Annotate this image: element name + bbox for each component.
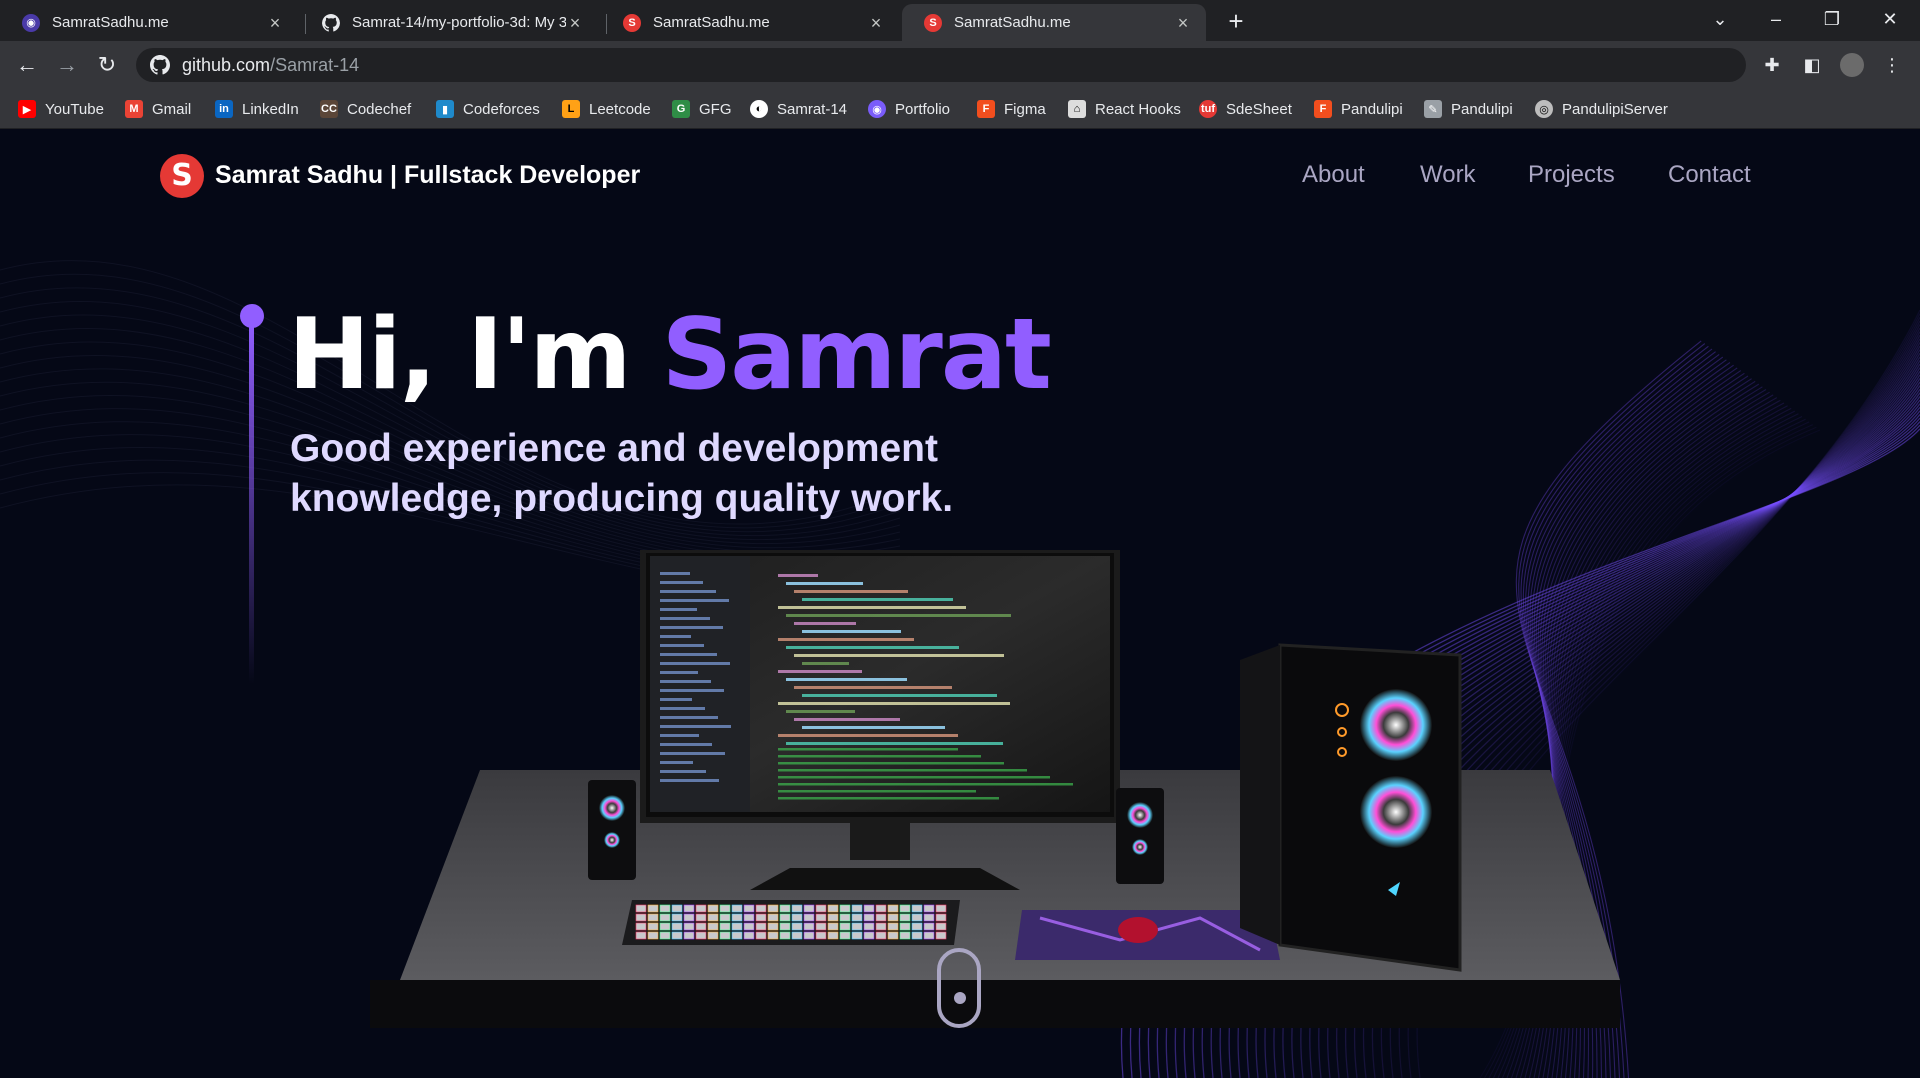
monitor-stand-base <box>750 868 1020 890</box>
gmail-icon: M <box>125 100 143 118</box>
globe-icon: ◎ <box>1535 100 1553 118</box>
linkedin-icon: in <box>215 100 233 118</box>
hero-subtitle-line-1: Good experience and development <box>290 427 938 470</box>
github-icon <box>150 55 170 75</box>
bookmark-gfg[interactable]: G GFG <box>672 97 732 121</box>
bookmark-react-hooks[interactable]: ⌂ React Hooks <box>1068 97 1181 121</box>
bookmark-youtube[interactable]: ▶ YouTube <box>18 97 104 121</box>
codechef-icon: CC <box>320 100 338 118</box>
editor-sidebar <box>650 556 750 812</box>
monitor-stand-neck <box>850 820 910 860</box>
tab-4-active[interactable]: S SamratSadhu.me × <box>902 4 1206 41</box>
bookmark-codechef[interactable]: CC Codechef <box>320 97 411 121</box>
feather-icon: ✎ <box>1424 100 1442 118</box>
site-navbar: S Samrat Sadhu | Fullstack Developer Abo… <box>0 130 1920 223</box>
tab-2[interactable]: Samrat-14/my-portfolio-3d: My 3 × <box>300 4 598 41</box>
sdesheet-icon: tuf <box>1199 100 1217 118</box>
codeforces-icon: ▮ <box>436 100 454 118</box>
bookmark-pandulipi-1[interactable]: F Pandulipi <box>1314 97 1403 121</box>
hero-title: Hi, I'm Samrat <box>288 298 1052 412</box>
site-brand[interactable]: Samrat Sadhu | Fullstack Developer <box>215 161 640 190</box>
bookmark-sdesheet[interactable]: tuf SdeSheet <box>1199 97 1292 121</box>
tab-3[interactable]: S SamratSadhu.me × <box>601 4 899 41</box>
bookmark-pandulipiserver[interactable]: ◎ PandulipiServer <box>1535 97 1668 121</box>
tab-strip: ◉ SamratSadhu.me × Samrat-14/my-portfoli… <box>0 0 1920 41</box>
browser-toolbar: ← → ↻ github.com/Samrat-14 ✚ ◧ ⋮ <box>0 41 1920 89</box>
scroll-indicator-dot <box>954 992 966 1004</box>
close-icon[interactable]: × <box>867 14 885 32</box>
figma-icon: F <box>1314 100 1332 118</box>
nav-work[interactable]: Work <box>1420 161 1476 189</box>
logo-s-icon: S <box>924 13 942 32</box>
back-button[interactable]: ← <box>12 50 42 80</box>
building-icon: ⌂ <box>1068 100 1086 118</box>
bookmark-linkedin[interactable]: in LinkedIn <box>215 97 299 121</box>
extensions-icon[interactable]: ✚ <box>1760 53 1784 77</box>
leetcode-icon: L <box>562 100 580 118</box>
github-icon <box>322 13 340 32</box>
close-icon[interactable]: × <box>266 14 284 32</box>
bookmark-codeforces[interactable]: ▮ Codeforces <box>436 97 540 121</box>
url-path: /Samrat-14 <box>270 54 360 75</box>
site-logo[interactable]: S <box>160 154 204 198</box>
hero-greeting: Hi, I'm <box>288 298 662 412</box>
nav-projects[interactable]: Projects <box>1528 161 1615 189</box>
mouse <box>1118 917 1158 943</box>
portfolio-page: S Samrat Sadhu | Fullstack Developer Abo… <box>0 130 1920 1078</box>
new-tab-button[interactable]: + <box>1222 8 1250 36</box>
hero-accent-line <box>249 324 254 684</box>
bookmark-figma[interactable]: F Figma <box>977 97 1046 121</box>
tab-title: SamratSadhu.me <box>52 14 169 31</box>
bookmarks-bar: ▶ YouTube M Gmail in LinkedIn CC Codechef ▮ C… <box>0 89 1920 129</box>
scroll-indicator[interactable] <box>937 948 981 1028</box>
nav-contact[interactable]: Contact <box>1668 161 1751 189</box>
gfg-icon: G <box>672 100 690 118</box>
url-host: github.com <box>182 54 271 75</box>
minimize-button[interactable]: – <box>1756 4 1796 34</box>
globe-purple-icon: ◉ <box>868 100 886 118</box>
bookmark-portfolio[interactable]: ◉ Portfolio <box>868 97 950 121</box>
hero-name: Samrat <box>661 298 1052 412</box>
address-bar[interactable]: github.com/Samrat-14 <box>136 48 1746 82</box>
tab-title: Samrat-14/my-portfolio-3d: My 3 <box>352 14 566 31</box>
nav-about[interactable]: About <box>1302 161 1365 189</box>
menu-icon[interactable]: ⋮ <box>1880 53 1904 77</box>
tab-title: SamratSadhu.me <box>954 14 1071 31</box>
hero-subtitle: Good experience and development knowledg… <box>290 424 1010 524</box>
bookmark-gmail[interactable]: M Gmail <box>125 97 191 121</box>
close-icon[interactable]: × <box>1174 14 1192 32</box>
close-icon[interactable]: × <box>566 14 584 32</box>
github-icon: ◐ <box>750 100 768 118</box>
desk-setup-3d-model[interactable] <box>360 550 1640 1050</box>
figma-icon: F <box>977 100 995 118</box>
desk-front <box>370 980 1620 1028</box>
globe-purple-icon: ◉ <box>22 13 40 32</box>
close-window-button[interactable]: ✕ <box>1870 4 1910 34</box>
tab-1[interactable]: ◉ SamratSadhu.me × <box>0 4 298 41</box>
forward-button[interactable]: → <box>52 50 82 80</box>
tab-title: SamratSadhu.me <box>653 14 770 31</box>
bookmark-samrat-14[interactable]: ◐ Samrat-14 <box>750 97 847 121</box>
logo-s-icon: S <box>623 13 641 32</box>
hero-subtitle-line-2: knowledge, producing quality work. <box>290 477 954 520</box>
youtube-icon: ▶ <box>18 100 36 118</box>
restore-button[interactable]: ❐ <box>1812 4 1852 34</box>
reload-button[interactable]: ↻ <box>92 50 122 80</box>
tab-search-icon[interactable]: ⌄ <box>1700 4 1740 34</box>
bookmark-leetcode[interactable]: L Leetcode <box>562 97 651 121</box>
side-panel-icon[interactable]: ◧ <box>1800 53 1824 77</box>
profile-avatar[interactable] <box>1840 53 1864 77</box>
bookmark-pandulipi-2[interactable]: ✎ Pandulipi <box>1424 97 1513 121</box>
